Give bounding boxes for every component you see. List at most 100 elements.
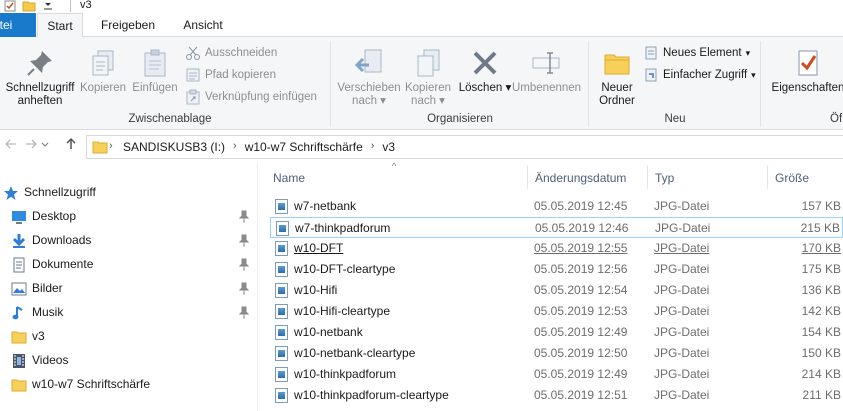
column-separator[interactable]: [647, 165, 648, 189]
copy-to-icon: [417, 49, 440, 77]
file-name: w10-Hifi: [294, 283, 338, 297]
new-folder-button[interactable]: Neuer Ordner: [592, 41, 642, 108]
recent-locations-button[interactable]: [40, 137, 50, 155]
group-separator: [760, 41, 761, 127]
nav-item-documents[interactable]: Dokumente: [0, 254, 258, 276]
table-row[interactable]: w7-netbank 05.05.2019 12:45 JPG-Datei 15…: [270, 196, 843, 217]
easy-access-button[interactable]: Einfacher Zugriff ▾: [643, 65, 756, 85]
customize-toolbar-icon[interactable]: [42, 0, 64, 12]
table-row[interactable]: w10-netbank-cleartype 05.05.2019 12:50 J…: [270, 343, 843, 364]
pin-label-line1: Schnellzugriff: [5, 82, 75, 94]
easy-access-dropdown-icon: ▾: [751, 70, 756, 80]
file-type: JPG-Datei: [654, 283, 710, 297]
pin-icon[interactable]: [238, 234, 250, 248]
tab-view[interactable]: Ansicht: [173, 13, 233, 37]
breadcrumb-separator-icon[interactable]: ›: [369, 140, 377, 154]
table-row[interactable]: w10-DFT-cleartype 05.05.2019 12:56 JPG-D…: [270, 259, 843, 280]
new-folder-quick-icon[interactable]: [22, 0, 36, 12]
jpg-file-icon: [275, 262, 288, 277]
paste-shortcut-button[interactable]: Verknüpfung einfügen: [185, 87, 317, 107]
copy-button[interactable]: Kopieren: [78, 41, 128, 95]
folder-icon: [11, 379, 27, 392]
nav-item-desktop[interactable]: Desktop: [0, 206, 258, 228]
tab-start[interactable]: Start: [37, 13, 83, 38]
new-item-button[interactable]: Neues Element ▾: [643, 43, 750, 63]
table-row[interactable]: w10-thinkpadforum-cleartype 05.05.2019 1…: [270, 385, 843, 406]
delete-label: Löschen ▾: [458, 82, 512, 94]
back-button[interactable]: [2, 137, 20, 155]
pin-icon[interactable]: [238, 282, 250, 296]
breadcrumb-separator-icon[interactable]: ›: [231, 140, 239, 154]
column-header-size[interactable]: Größe: [775, 171, 809, 185]
file-date: 05.05.2019 12:49: [534, 325, 628, 339]
nav-item-label: Videos: [32, 353, 69, 367]
tab-file[interactable]: atei: [0, 13, 36, 37]
column-header-type[interactable]: Typ: [655, 171, 674, 185]
navigation-pane: Schnellzugriff Desktop Downloads Dokumen…: [0, 180, 258, 411]
paste-shortcut-label: Verknüpfung einfügen: [205, 91, 317, 103]
tab-share[interactable]: Freigeben: [93, 13, 163, 37]
jpg-file-icon: [275, 199, 288, 214]
window-title: v3: [80, 0, 92, 11]
file-name: w10-netbank-cleartype: [294, 346, 416, 360]
file-type: JPG-Datei: [654, 367, 710, 381]
table-row[interactable]: w10-Hifi 05.05.2019 12:54 JPG-Datei 136 …: [270, 280, 843, 301]
copy-icon: [92, 50, 114, 76]
copy-to-button[interactable]: Kopieren nach ▾: [402, 41, 454, 108]
move-label-text: nach: [352, 95, 377, 107]
pane-divider[interactable]: [257, 163, 258, 411]
copyto-label-line2: nach ▾: [411, 95, 445, 107]
move-label-line1: Verschieben: [337, 82, 401, 94]
move-to-button[interactable]: Verschieben nach ▾: [336, 41, 402, 108]
delete-button[interactable]: Löschen ▾: [458, 41, 512, 95]
jpg-file-icon: [275, 367, 288, 382]
pin-quick-access-button[interactable]: Schnellzugriff anheften: [2, 41, 78, 108]
table-row-hover[interactable]: w10-DFT 05.05.2019 12:55 JPG-Datei 170 K…: [270, 238, 843, 259]
cut-button[interactable]: Ausschneiden: [185, 43, 277, 63]
nav-item-label: Musik: [32, 305, 64, 319]
jpg-file-icon: [275, 283, 288, 298]
column-separator[interactable]: [767, 165, 768, 189]
nav-item-w10-w7-schriftschaerfe[interactable]: w10-w7 Schriftschärfe: [0, 374, 258, 396]
table-row[interactable]: w10-Hifi-cleartype 05.05.2019 12:53 JPG-…: [270, 301, 843, 322]
rename-button[interactable]: Umbenennen: [512, 41, 581, 95]
column-separator[interactable]: [527, 165, 528, 189]
address-box[interactable]: › SANDISKUSB3 (I:) › w10-w7 Schriftschär…: [86, 135, 843, 159]
address-chevron[interactable]: ›: [109, 140, 113, 152]
title-separator: [70, 0, 71, 12]
properties-button[interactable]: Eigenschaften: [768, 41, 843, 95]
file-size: 170 KB: [801, 241, 841, 255]
breadcrumb-current[interactable]: v3: [376, 140, 401, 154]
file-name: w10-thinkpadforum-cleartype: [294, 388, 449, 402]
properties-quick-icon[interactable]: [4, 0, 16, 12]
chevron-down-icon: [41, 142, 49, 147]
clipboard-group-label: Zwischenablage: [128, 113, 212, 125]
file-size: 142 KB: [801, 304, 841, 318]
table-row-selected[interactable]: w7-thinkpadforum 05.05.2019 12:46 JPG-Da…: [270, 217, 843, 238]
table-row[interactable]: w10-thinkpadforum 05.05.2019 12:49 JPG-D…: [270, 364, 843, 385]
pin-icon[interactable]: [238, 258, 250, 272]
file-size: 136 KB: [801, 283, 841, 297]
nav-item-music[interactable]: Musik: [0, 302, 258, 324]
nav-item-downloads[interactable]: Downloads: [0, 230, 258, 252]
breadcrumb-drive[interactable]: SANDISKUSB3 (I:): [117, 140, 231, 154]
breadcrumb-folder[interactable]: w10-w7 Schriftschärfe: [239, 140, 369, 154]
forward-button[interactable]: [22, 137, 40, 155]
nav-item-pictures[interactable]: Bilder: [0, 278, 258, 300]
file-date: 05.05.2019 12:54: [534, 283, 628, 297]
copy-path-button[interactable]: Pfad kopieren: [185, 65, 276, 85]
pin-icon[interactable]: [238, 306, 250, 320]
pin-icon[interactable]: [238, 210, 250, 224]
file-size: 154 KB: [801, 325, 841, 339]
file-size: 215 KB: [800, 221, 840, 235]
nav-quick-access[interactable]: Schnellzugriff: [0, 182, 258, 204]
column-header-name[interactable]: Name: [273, 171, 305, 185]
easy-access-label: Einfacher Zugriff: [663, 69, 748, 81]
nav-item-videos[interactable]: Videos: [0, 350, 258, 372]
table-row[interactable]: w10-netbank 05.05.2019 12:49 JPG-Datei 1…: [270, 322, 843, 343]
nav-item-v3[interactable]: v3: [0, 326, 258, 348]
up-button[interactable]: [62, 137, 80, 155]
column-header-date[interactable]: Änderungsdatum: [535, 171, 626, 185]
paste-button[interactable]: Einfügen: [128, 41, 182, 95]
delete-label-text: Löschen: [458, 82, 503, 94]
